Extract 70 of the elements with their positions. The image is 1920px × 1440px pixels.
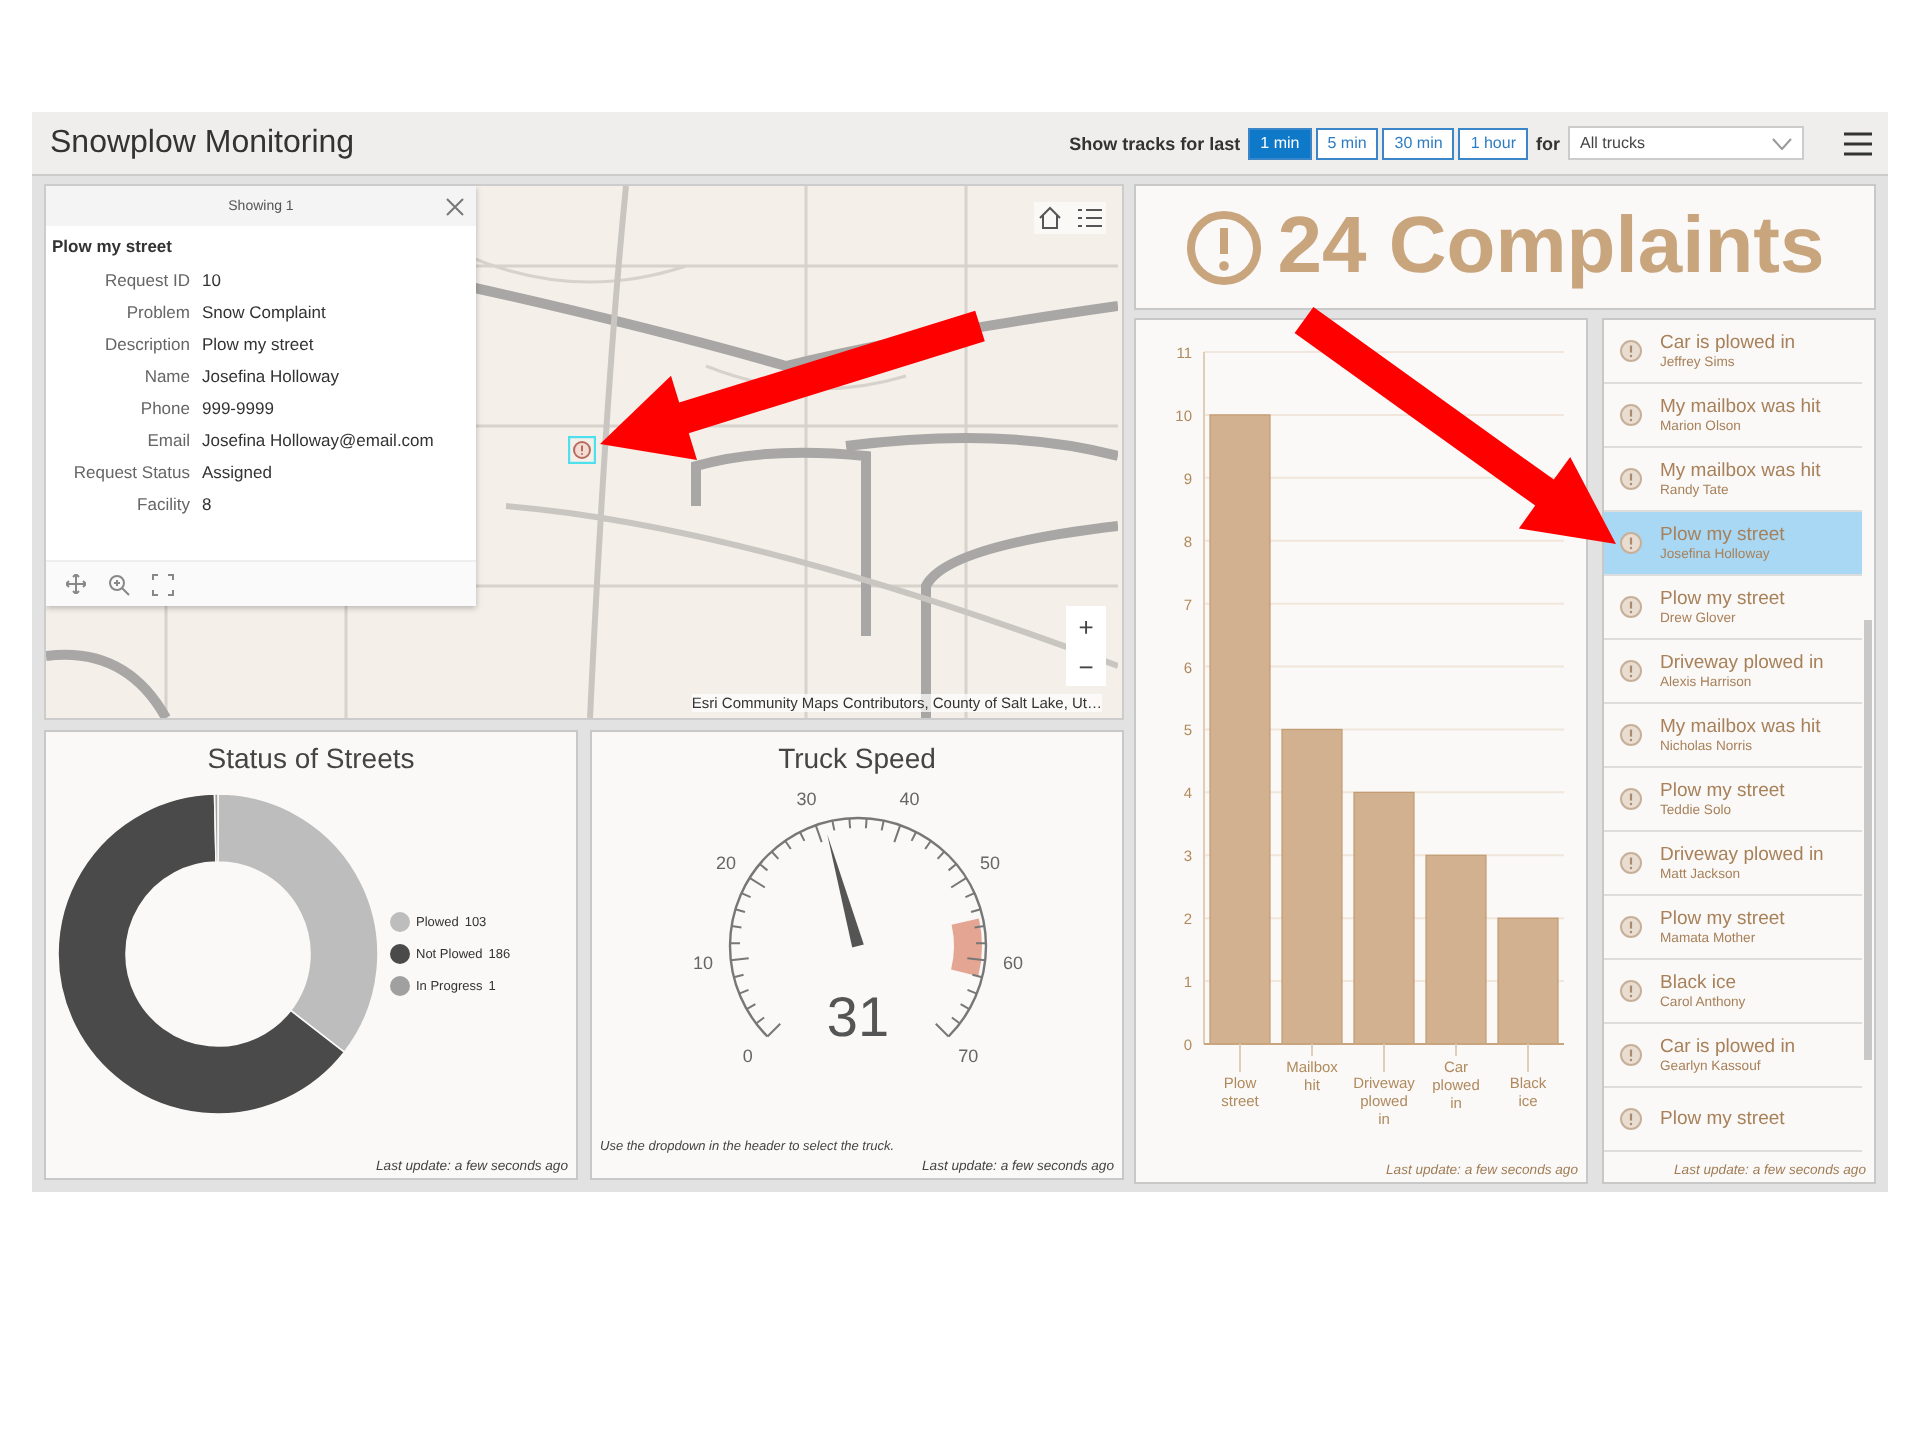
close-icon[interactable] — [446, 198, 464, 216]
field-value: 10 — [202, 270, 223, 290]
legend-swatch — [390, 912, 410, 932]
field-value: Josefina Holloway — [202, 366, 342, 386]
complaint-title: Car is plowed in — [1660, 332, 1796, 354]
for-label: for — [1536, 133, 1560, 153]
exclamation-circle-icon — [1620, 340, 1642, 362]
field-label: Request Status — [71, 462, 190, 482]
home-icon[interactable] — [1038, 206, 1062, 230]
popup-title: Plow my street — [50, 234, 174, 260]
field-label: Problem — [124, 302, 190, 322]
exclamation-circle-icon — [1185, 209, 1262, 285]
field-label: Email — [145, 430, 190, 450]
legend-swatch — [390, 976, 410, 996]
exclamation-circle-icon — [1620, 660, 1642, 682]
exclamation-circle-icon — [1620, 468, 1642, 490]
tracks-label: Show tracks for last — [1069, 133, 1241, 153]
caret-icon — [1772, 137, 1792, 149]
time-range-button[interactable]: 1 min — [1248, 127, 1312, 159]
field-value: Plow my street — [202, 334, 316, 354]
field-value: Assigned — [202, 462, 274, 482]
time-range-button[interactable]: 1 hour — [1458, 127, 1528, 159]
complaints-count: 24 Complaints — [1277, 202, 1825, 292]
complaint-title: Car is plowed in — [1660, 1036, 1796, 1058]
complaint-title: My mailbox was hit — [1660, 716, 1821, 738]
complaint-title: My mailbox was hit — [1660, 396, 1821, 418]
field-value: Snow Complaint — [202, 302, 328, 322]
complaint-title: Plow my street — [1660, 908, 1785, 930]
scrollbar[interactable] — [1864, 620, 1872, 1060]
field-label: Description — [102, 334, 190, 354]
exclamation-circle-icon — [1620, 852, 1642, 874]
move-icon[interactable] — [66, 574, 86, 594]
exclamation-circle-icon — [1620, 1044, 1642, 1066]
app-title: Snowplow Monitoring — [50, 125, 355, 161]
field-label: Name — [142, 366, 190, 386]
exclamation-circle-icon — [1620, 532, 1642, 554]
speed-gauge: 0 10 20 30 40 50 60 70 31 — [657, 790, 1057, 1070]
complaint-title: Plow my street — [1660, 588, 1785, 610]
panel-title: Status of Streets — [205, 740, 417, 774]
exclamation-circle-icon — [1620, 1108, 1642, 1130]
field-value: 8 — [202, 494, 214, 514]
fullscreen-icon[interactable] — [152, 573, 174, 595]
complaint-title: Driveway plowed in — [1660, 844, 1824, 866]
field-value: 999-9999 — [202, 398, 276, 418]
field-label: Phone — [138, 398, 190, 418]
legend-swatch — [390, 944, 410, 964]
truck-dropdown[interactable]: All trucks — [1568, 126, 1804, 160]
exclamation-circle-icon — [1620, 596, 1642, 618]
exclamation-circle-icon — [1620, 724, 1642, 746]
complaint-title: Plow my street — [1660, 524, 1785, 546]
menu-icon[interactable] — [1844, 131, 1872, 155]
complaint-title: Plow my street — [1660, 1108, 1785, 1130]
complaint-marker-icon[interactable] — [568, 436, 596, 464]
time-range-button[interactable]: 5 min — [1315, 127, 1379, 159]
complaint-title: Black ice — [1660, 972, 1739, 994]
layer-list-icon[interactable] — [1078, 206, 1102, 230]
exclamation-circle-icon — [1620, 404, 1642, 426]
exclamation-circle-icon — [1620, 788, 1642, 810]
field-label: Facility — [135, 494, 190, 514]
field-value: Josefina Holloway@email.com — [202, 430, 436, 450]
complaint-title: Driveway plowed in — [1660, 652, 1824, 674]
panel-title: Truck Speed — [776, 740, 938, 774]
exclamation-circle-icon — [1620, 980, 1642, 1002]
exclamation-circle-icon — [1620, 916, 1642, 938]
complaint-title: Plow my street — [1660, 780, 1785, 802]
time-range-button[interactable]: 30 min — [1382, 127, 1455, 159]
complaint-title: My mailbox was hit — [1660, 460, 1821, 482]
field-label: Request ID — [102, 270, 190, 290]
zoom-to-icon[interactable] — [108, 573, 130, 595]
complaint-list-item[interactable]: Plow my street — [1604, 1088, 1862, 1152]
